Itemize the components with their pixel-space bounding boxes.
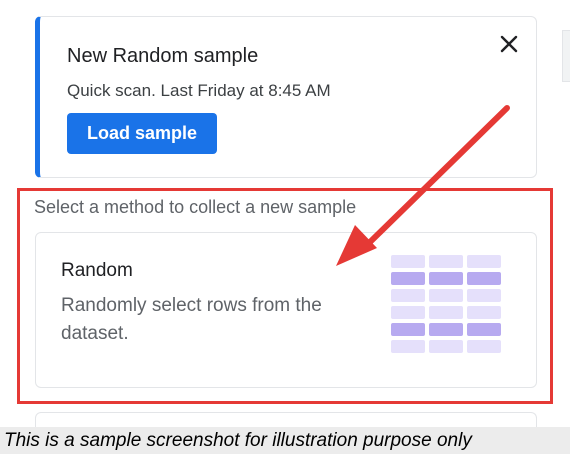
recent-sample-card: New Random sample Quick scan. Last Frida…	[35, 16, 537, 178]
close-icon	[500, 35, 518, 53]
side-panel-edge	[562, 30, 570, 82]
method-description: Randomly select rows from the dataset.	[61, 295, 322, 344]
method-prompt: Select a method to collect a new sample	[34, 197, 357, 217]
illustration-caption: This is a sample screenshot for illustra…	[4, 430, 472, 451]
table-rows-illustration	[391, 255, 507, 359]
recent-sample-subtitle: Quick scan. Last Friday at 8:45 AM	[67, 81, 331, 100]
method-card-random[interactable]: Random Randomly select rows from the dat…	[35, 232, 537, 388]
caption-bar: This is a sample screenshot for illustra…	[0, 427, 570, 454]
method-title: Random	[61, 260, 133, 281]
recent-sample-title: New Random sample	[67, 45, 259, 67]
load-sample-button[interactable]: Load sample	[67, 113, 217, 154]
close-button[interactable]	[496, 31, 522, 57]
